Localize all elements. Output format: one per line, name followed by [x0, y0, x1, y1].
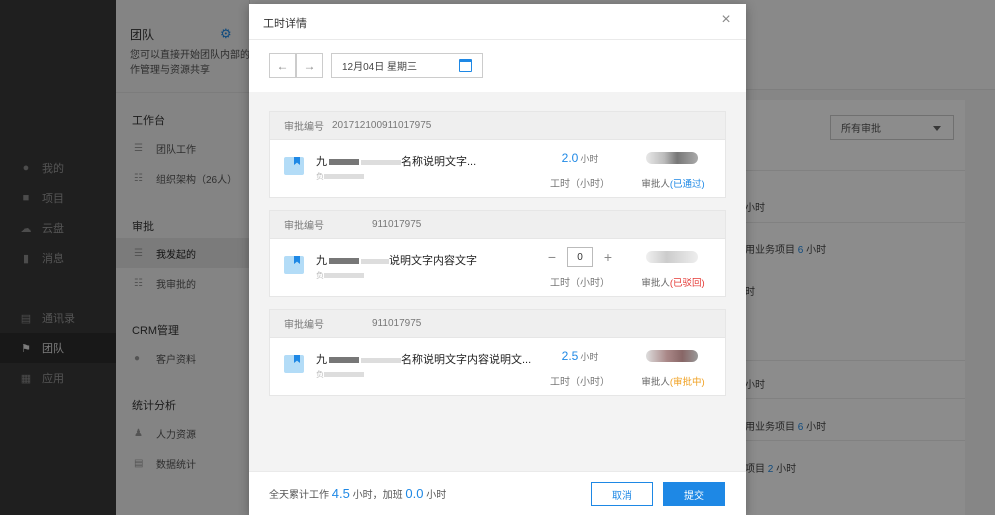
modal-body: 审批编号 20171210091101797​5 九名称说明文字... 负 2.… [249, 92, 746, 471]
card-header: 审批编号 20171210091101797​5 [270, 112, 725, 140]
approval-card[interactable]: 审批编号 20171210091101797​5 九名称说明文字... 负 2.… [269, 111, 726, 198]
avatar [646, 152, 698, 164]
next-day-button[interactable]: → [296, 53, 323, 78]
arrow-right-icon: → [303, 58, 316, 73]
item-subtitle: 负 [316, 369, 380, 378]
item-subtitle: 负 [316, 171, 380, 180]
submit-button[interactable]: 提交 [663, 482, 725, 506]
bookmark-icon [284, 355, 304, 373]
hours-stepper: − 0 + [545, 247, 615, 267]
hours-label: 工时（小时） [550, 377, 610, 388]
hours-value: 2.0 小时 [561, 151, 599, 165]
date-picker-input[interactable]: 12月04日 星期三 [331, 53, 483, 78]
avatar [646, 350, 698, 362]
date-navigation: ← → 12月04日 星期三 [249, 40, 746, 92]
approval-number: 911017975 [372, 219, 422, 230]
approval-card[interactable]: 审批编号 911017975 九名称说明文字内容说明文... 负 2.5 小时 工… [269, 309, 726, 396]
card-body: 九名称说明文字内容说明文... 负 2.5 小时 工时（小时） 审批人(审批中) [270, 338, 725, 395]
card-header: 审批编号 911017975 [270, 211, 725, 239]
plus-icon[interactable]: + [601, 249, 615, 265]
bookmark-icon [284, 157, 304, 175]
modal-header: 工时详情 × [249, 4, 746, 40]
card-body: 九名称说明文字... 负 2.0 小时 工时（小时） 审批人(已通过) [270, 140, 725, 197]
hours-label: 工时（小时） [550, 278, 610, 289]
minus-icon[interactable]: − [545, 249, 559, 265]
work-summary: 全天累计工作 4.5 小时，加班 0.0 小时 [269, 486, 447, 501]
modal-title: 工时详情 [263, 18, 307, 30]
card-header: 审批编号 911017975 [270, 310, 725, 338]
calendar-icon[interactable] [459, 59, 472, 72]
bookmark-icon [284, 256, 304, 274]
approval-card[interactable]: 审批编号 911017975 九说明文字内容文字 负 − 0 + 工时（小时） … [269, 210, 726, 297]
item-title: 九名称说明文字... [316, 156, 477, 168]
approval-number: 20171210091101797​5 [332, 120, 432, 131]
hours-input[interactable]: 0 [567, 247, 593, 267]
approver-status: 审批人(审批中) [641, 377, 705, 388]
item-title: 九说明文字内容文字 [316, 255, 477, 267]
cancel-button[interactable]: 取消 [591, 482, 653, 506]
item-subtitle: 负 [316, 270, 380, 279]
arrow-left-icon: ← [276, 58, 289, 73]
work-hours-modal: 工时详情 × ← → 12月04日 星期三 审批编号 2017121009110… [249, 4, 746, 515]
approval-number: 911017975 [372, 318, 422, 329]
approver-status: 审批人(已通过) [641, 179, 705, 190]
approver-status: 审批人(已驳回) [641, 278, 705, 289]
prev-day-button[interactable]: ← [269, 53, 296, 78]
modal-footer: 全天累计工作 4.5 小时，加班 0.0 小时 取消 提交 [249, 471, 746, 515]
avatar [646, 251, 698, 263]
item-title: 九名称说明文字内容说明文... [316, 354, 532, 366]
card-body: 九说明文字内容文字 负 − 0 + 工时（小时） 审批人(已驳回) [270, 239, 725, 296]
hours-value: 2.5 小时 [561, 349, 599, 363]
close-icon[interactable]: × [718, 12, 734, 28]
hours-label: 工时（小时） [550, 179, 610, 190]
